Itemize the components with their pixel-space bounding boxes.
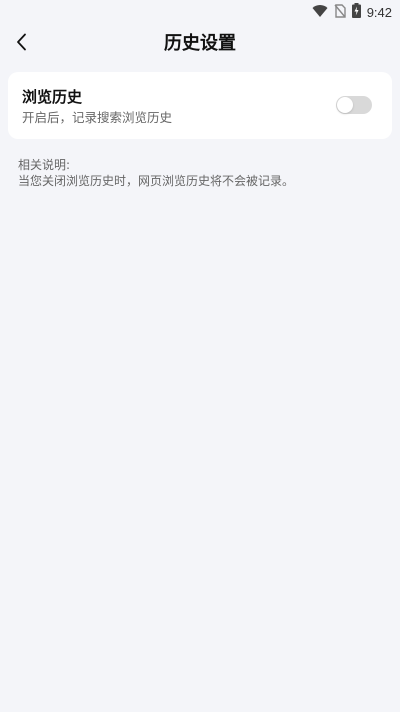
note-heading: 相关说明: bbox=[18, 158, 71, 172]
no-sim-icon bbox=[334, 3, 346, 22]
history-setting-card: 浏览历史 开启后，记录搜索浏览历史 bbox=[8, 72, 392, 139]
status-time: 9:42 bbox=[366, 4, 392, 20]
setting-subtitle: 开启后，记录搜索浏览历史 bbox=[22, 110, 173, 125]
battery-charging-icon bbox=[351, 3, 361, 22]
page-title: 历史设置 bbox=[164, 33, 236, 54]
note-body: 当您关闭浏览历史时，网页浏览历史将不会被记录。 bbox=[18, 174, 295, 188]
toggle-knob bbox=[337, 97, 353, 113]
status-icons: 9:42 bbox=[312, 3, 392, 22]
browsing-history-toggle[interactable] bbox=[336, 96, 372, 114]
status-bar: 9:42 bbox=[0, 0, 400, 24]
header: 历史设置 bbox=[0, 24, 400, 64]
note-section: 相关说明: 当您关闭浏览历史时，网页浏览历史将不会被记录。 bbox=[18, 157, 382, 189]
setting-title: 浏览历史 bbox=[22, 88, 83, 106]
wifi-icon bbox=[312, 3, 328, 22]
